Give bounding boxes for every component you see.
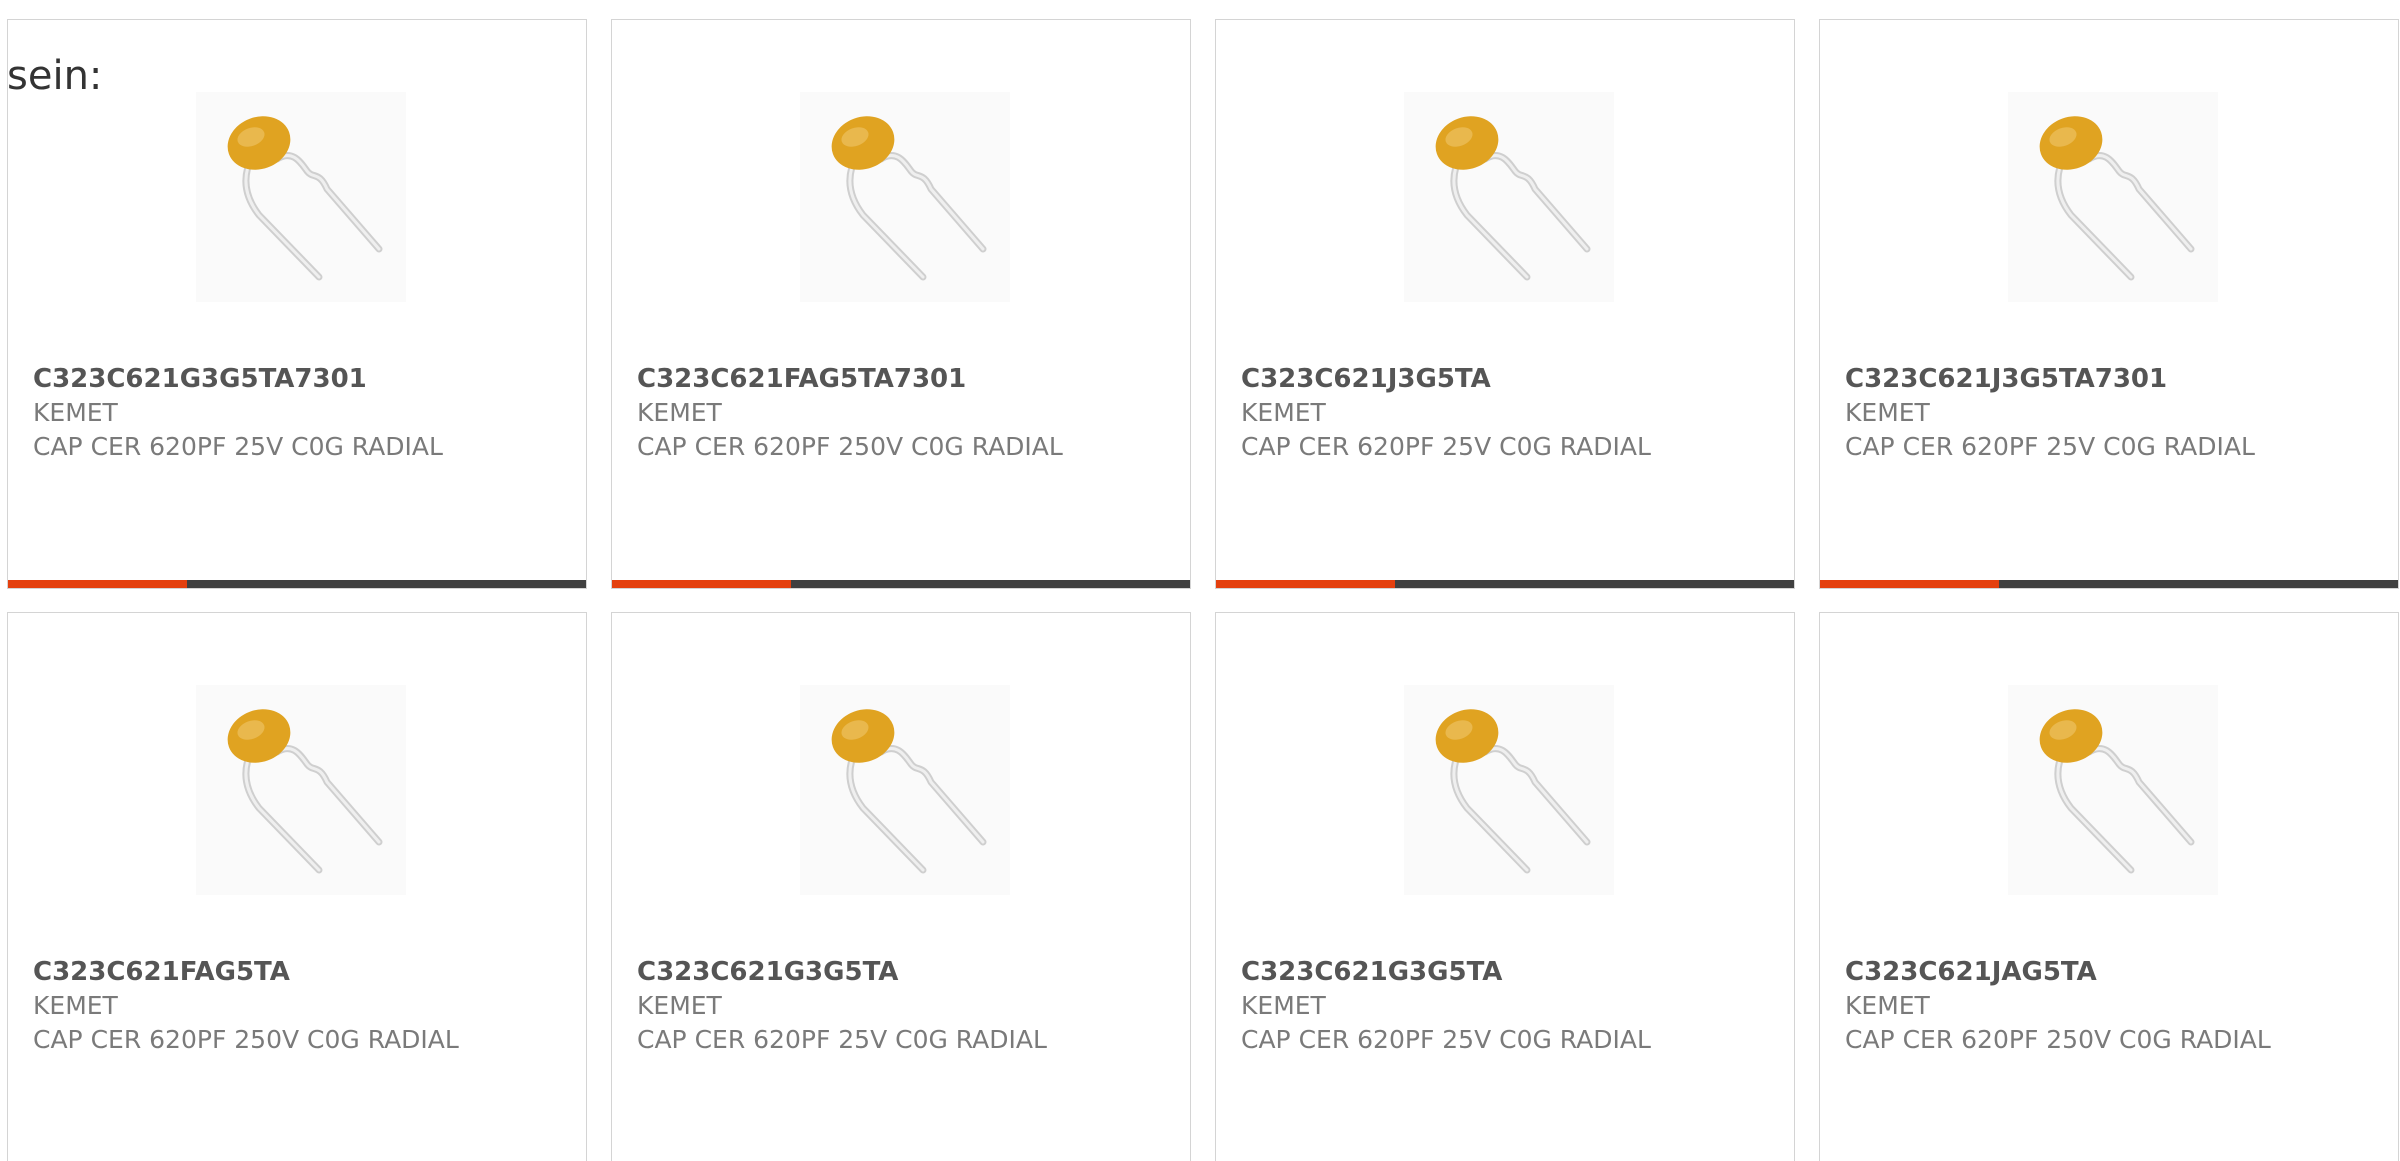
progress-fill (8, 580, 188, 588)
ceramic-capacitor-icon (800, 92, 1010, 302)
description: CAP CER 620PF 250V C0G RADIAL (637, 432, 1063, 461)
part-number[interactable]: C323C621G3G5TA7301 (33, 362, 463, 396)
part-number[interactable]: C323C621FAG5TA (33, 955, 463, 989)
description: CAP CER 620PF 25V C0G RADIAL (1845, 432, 2255, 461)
manufacturer: KEMET (33, 398, 118, 427)
progress-bar (1820, 580, 2398, 588)
ceramic-capacitor-icon (2008, 92, 2218, 302)
progress-fill (1216, 580, 1396, 588)
product-card[interactable]: C323C621J3G5TA KEMET CAP CER 620PF 25V C… (1215, 19, 1795, 589)
product-grid: C323C621G3G5TA7301 KEMET CAP CER 620PF 2… (7, 19, 2399, 1161)
part-number[interactable]: C323C621FAG5TA7301 (637, 362, 1067, 396)
description: CAP CER 620PF 25V C0G RADIAL (1241, 1025, 1651, 1054)
ceramic-capacitor-icon (800, 685, 1010, 895)
manufacturer: KEMET (1241, 991, 1326, 1020)
intro-text: sein: (7, 53, 103, 99)
description: CAP CER 620PF 25V C0G RADIAL (33, 432, 443, 461)
part-number[interactable]: C323C621J3G5TA (1241, 362, 1671, 396)
part-number[interactable]: C323C621G3G5TA (1241, 955, 1671, 989)
product-card[interactable]: C323C621J3G5TA7301 KEMET CAP CER 620PF 2… (1819, 19, 2399, 589)
product-list-page: C323C621G3G5TA7301 KEMET CAP CER 620PF 2… (0, 0, 2400, 1161)
ceramic-capacitor-icon (196, 685, 406, 895)
description: CAP CER 620PF 250V C0G RADIAL (33, 1025, 459, 1054)
description: CAP CER 620PF 25V C0G RADIAL (637, 1025, 1047, 1054)
progress-bar (8, 580, 586, 588)
description: CAP CER 620PF 25V C0G RADIAL (1241, 432, 1651, 461)
product-card[interactable]: C323C621FAG5TA KEMET CAP CER 620PF 250V … (7, 612, 587, 1161)
part-number[interactable]: C323C621JAG5TA (1845, 955, 2275, 989)
part-number[interactable]: C323C621J3G5TA7301 (1845, 362, 2275, 396)
product-card[interactable]: C323C621G3G5TA KEMET CAP CER 620PF 25V C… (611, 612, 1191, 1161)
manufacturer: KEMET (637, 991, 722, 1020)
progress-fill (1820, 580, 2000, 588)
ceramic-capacitor-icon (196, 92, 406, 302)
product-card[interactable]: C323C621G3G5TA KEMET CAP CER 620PF 25V C… (1215, 612, 1795, 1161)
part-number[interactable]: C323C621G3G5TA (637, 955, 1067, 989)
product-card[interactable]: C323C621JAG5TA KEMET CAP CER 620PF 250V … (1819, 612, 2399, 1161)
ceramic-capacitor-icon (2008, 685, 2218, 895)
manufacturer: KEMET (1241, 398, 1326, 427)
manufacturer: KEMET (637, 398, 722, 427)
product-card[interactable]: C323C621G3G5TA7301 KEMET CAP CER 620PF 2… (7, 19, 587, 589)
manufacturer: KEMET (33, 991, 118, 1020)
ceramic-capacitor-icon (1404, 685, 1614, 895)
progress-fill (612, 580, 792, 588)
description: CAP CER 620PF 250V C0G RADIAL (1845, 1025, 2271, 1054)
manufacturer: KEMET (1845, 991, 1930, 1020)
progress-bar (1216, 580, 1794, 588)
progress-bar (612, 580, 1190, 588)
product-card[interactable]: C323C621FAG5TA7301 KEMET CAP CER 620PF 2… (611, 19, 1191, 589)
manufacturer: KEMET (1845, 398, 1930, 427)
ceramic-capacitor-icon (1404, 92, 1614, 302)
